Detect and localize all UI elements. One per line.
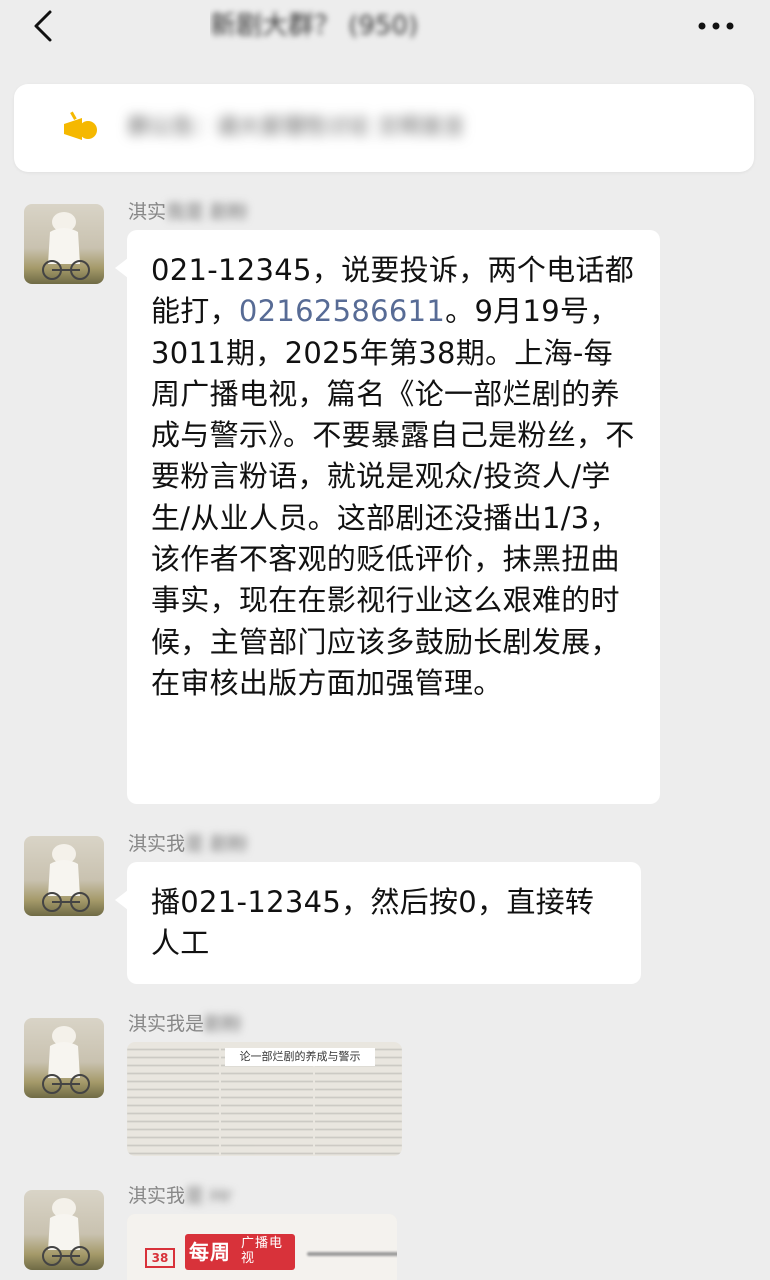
image-attachment[interactable]: 38 每周 广播电视 xyxy=(127,1214,397,1280)
chat-title: 新剧大群？ (950) xyxy=(210,6,590,46)
sender-name-visible: 淇实我 xyxy=(128,833,186,855)
avatar[interactable] xyxy=(24,204,104,284)
notice-text: 群公告：请大家理性讨论 文明发言 xyxy=(128,115,465,140)
announcement-icon xyxy=(58,110,104,146)
column-divider xyxy=(219,1042,221,1156)
decorative-line xyxy=(307,1252,397,1256)
message-text: 播021-12345，然后按0，直接转人工 xyxy=(151,885,595,961)
sender-name-blurred: 是 Hr xyxy=(185,1185,233,1207)
avatar[interactable] xyxy=(24,1190,104,1270)
message-2: 淇实我是 剧粉 播021-12345，然后按0，直接转人工 xyxy=(0,828,770,988)
sender-name: 淇实我是 Hr xyxy=(128,1184,232,1208)
magazine-logo-text: 每周 xyxy=(189,1240,231,1264)
sender-name: 淇实我是 剧粉 xyxy=(128,832,248,856)
sender-name: 淇实我是 剧粉 xyxy=(128,200,248,224)
sender-name-visible: 淇实我 xyxy=(128,1185,186,1207)
avatar[interactable] xyxy=(24,836,104,916)
sender-name-blurred: 我是 剧粉 xyxy=(166,201,249,223)
magazine-logo: 每周 广播电视 xyxy=(185,1234,295,1270)
nav-bar: 新剧大群？ (950) xyxy=(0,0,770,56)
chevron-left-icon[interactable] xyxy=(26,6,62,46)
chat-title-text: 新剧大群？ (950) xyxy=(210,11,419,41)
message-1: 淇实我是 剧粉 021-12345，说要投诉，两个电话都能打，021625866… xyxy=(0,198,770,808)
message-4: 淇实我是 Hr 38 每周 广播电视 xyxy=(0,1180,770,1280)
sender-name-blurred: 剧粉 xyxy=(204,1013,243,1035)
phone-link[interactable]: 02162586611 xyxy=(239,294,445,328)
message-text-part-2: 。9月19号，3011期，2025年第38期。上海-每周广播电视，篇名《论一部烂… xyxy=(151,294,635,700)
article-title: 论一部烂剧的养成与警示 xyxy=(225,1048,375,1066)
message-bubble[interactable]: 021-12345，说要投诉，两个电话都能打，02162586611。9月19号… xyxy=(115,230,660,804)
sender-name: 淇实我是剧粉 xyxy=(128,1012,242,1036)
message-3: 淇实我是剧粉 论一部烂剧的养成与警示 xyxy=(0,1008,770,1168)
magazine-subtitle: 广播电视 xyxy=(241,1236,284,1266)
message-bubble[interactable]: 播021-12345，然后按0，直接转人工 xyxy=(115,862,641,984)
sender-name-visible: 淇实我是 xyxy=(128,1013,205,1035)
sender-name-visible: 淇实 xyxy=(128,201,167,223)
avatar[interactable] xyxy=(24,1018,104,1098)
issue-number: 38 xyxy=(145,1248,175,1268)
pinned-notice[interactable]: 群公告：请大家理性讨论 文明发言 xyxy=(14,84,754,172)
image-attachment[interactable]: 论一部烂剧的养成与警示 xyxy=(127,1042,402,1156)
sender-name-blurred: 是 剧粉 xyxy=(185,833,249,855)
more-horizontal-icon[interactable] xyxy=(692,12,740,40)
